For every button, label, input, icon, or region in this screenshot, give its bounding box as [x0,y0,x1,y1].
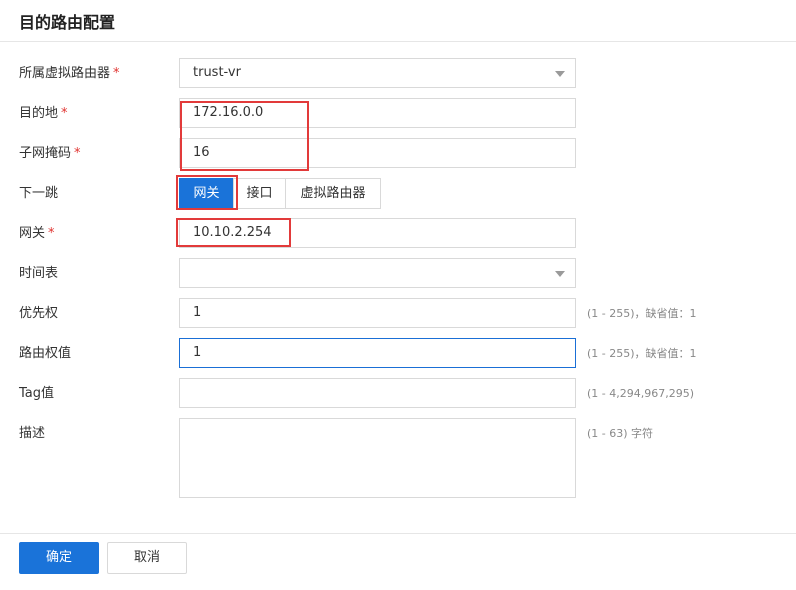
next-hop-label: 下一跳 [19,186,59,201]
vrouter-label: 所属虚拟路由器 * [19,66,120,82]
next-hop-option-vrouter[interactable]: 虚拟路由器 [285,178,381,209]
footer-divider [0,533,796,534]
required-mark: * [113,66,120,81]
schedule-label: 时间表 [19,266,59,281]
chevron-down-icon [555,71,565,77]
weight-hint: (1 - 255)，缺省值：1 [587,347,697,360]
gateway-input-value: 10.10.2.254 [193,225,272,240]
priority-input-value: 1 [193,305,202,320]
description-label: 描述 [19,426,46,441]
weight-label: 路由权值 [19,346,72,361]
weight-input-value: 1 [193,345,202,360]
next-hop-option-interface[interactable]: 接口 [233,178,286,209]
required-mark: * [74,146,81,161]
cancel-button[interactable]: 取消 [107,542,187,574]
vrouter-select[interactable]: trust-vr [179,58,576,88]
destination-input[interactable]: 172.16.0.0 [179,98,576,128]
vrouter-label-text: 所属虚拟路由器 [19,66,111,81]
tag-input[interactable] [179,378,576,408]
gateway-input[interactable]: 10.10.2.254 [179,218,576,248]
destination-input-value: 172.16.0.0 [193,105,264,120]
dialog-title: 目的路由配置 [19,13,116,32]
gateway-label-text: 网关 [19,226,46,241]
ok-button[interactable]: 确定 [19,542,99,574]
priority-input[interactable]: 1 [179,298,576,328]
weight-input[interactable]: 1 [179,338,576,368]
gateway-label: 网关 * [19,226,55,242]
subnet-mask-label: 子网掩码 * [19,146,81,162]
priority-label: 优先权 [19,306,59,321]
subnet-mask-input-value: 16 [193,145,210,160]
vrouter-select-value: trust-vr [193,65,241,80]
priority-hint: (1 - 255)，缺省值：1 [587,307,697,320]
destination-label-text: 目的地 [19,106,59,121]
chevron-down-icon [555,271,565,277]
header-divider [0,41,796,42]
required-mark: * [48,226,55,241]
subnet-mask-label-text: 子网掩码 [19,146,72,161]
tag-hint: (1 - 4,294,967,295) [587,387,695,400]
next-hop-option-gateway[interactable]: 网关 [179,178,234,209]
subnet-mask-input[interactable]: 16 [179,138,576,168]
schedule-select[interactable] [179,258,576,288]
destination-label: 目的地 * [19,106,68,122]
description-hint: (1 - 63) 字符 [587,427,654,440]
required-mark: * [61,106,68,121]
description-textarea[interactable] [179,418,576,498]
tag-label: Tag值 [19,386,55,401]
